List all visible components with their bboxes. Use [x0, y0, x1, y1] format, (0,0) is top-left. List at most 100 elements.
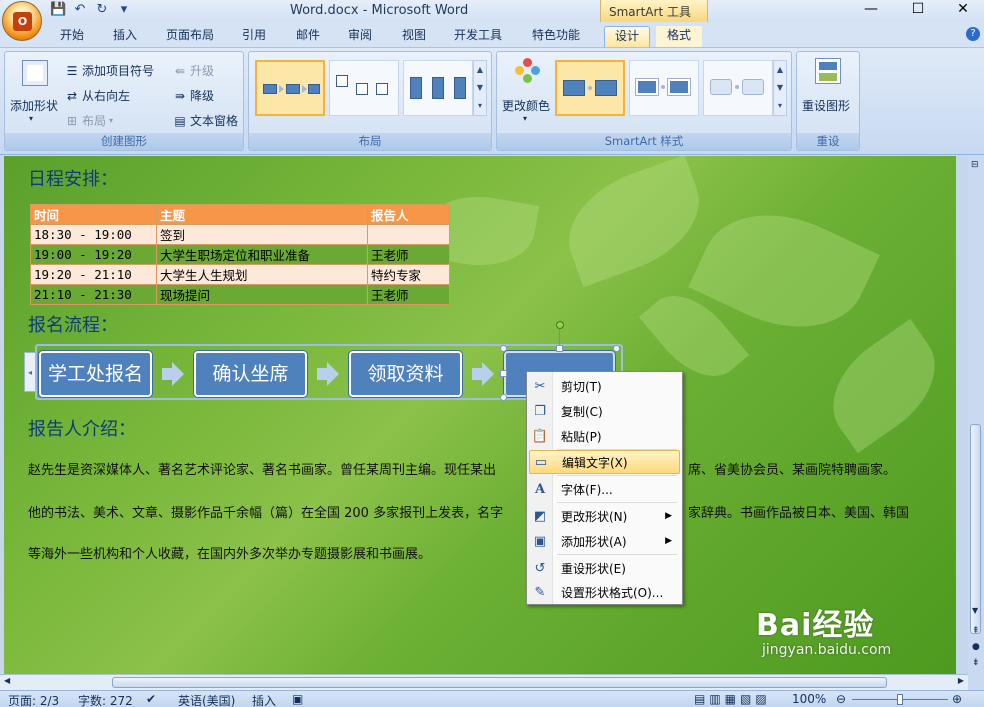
vertical-scroll-thumb[interactable]	[970, 424, 981, 634]
add-shape-dropdown-icon[interactable]: ▾	[29, 114, 33, 123]
menu-item-change-shape[interactable]: ◩ 更改形状(N) ▶	[529, 504, 680, 528]
office-button[interactable]: O	[2, 1, 42, 41]
table-cell	[367, 224, 450, 245]
style-gallery-scroll[interactable]: ▲ ▼ ▾	[773, 60, 787, 116]
context-menu: ✂ 剪切(T) ❐ 复制(C) 📋 粘贴(P) ▭ 编辑文字(X) A 字体(F)... …	[526, 371, 683, 605]
layout-option-block-process[interactable]	[403, 60, 473, 116]
word-count[interactable]: 字数: 272	[78, 692, 133, 707]
resize-handle[interactable]	[556, 345, 563, 352]
promote-label: 升级	[190, 64, 215, 78]
zoom-slider-thumb[interactable]	[897, 694, 903, 705]
menu-item-label: 设置形状格式(O)...	[561, 585, 664, 600]
smartart-style-group-label: SmartArt 样式	[497, 133, 791, 150]
menu-item-format-shape[interactable]: ✎ 设置形状格式(O)...	[529, 580, 680, 604]
process-arrow-icon	[162, 362, 184, 386]
layout-group-label: 布局	[249, 133, 491, 150]
maximize-button[interactable]: ☐	[895, 0, 941, 20]
tab-insert[interactable]: 插入	[104, 26, 146, 47]
horizontal-scroll-thumb[interactable]	[112, 677, 887, 688]
zoom-in-icon[interactable]: ⊕	[952, 692, 962, 706]
next-page-icon[interactable]: ⇟	[972, 658, 980, 668]
rotation-handle[interactable]	[556, 321, 564, 329]
change-color-dropdown-icon[interactable]: ▾	[523, 114, 527, 123]
reset-group: 重设图形 重设	[796, 51, 860, 151]
menu-item-reset-shape[interactable]: ↺ 重设形状(E)	[529, 556, 680, 580]
process-step-box[interactable]: 确认坐席	[194, 351, 307, 397]
swap-icon: ⇄	[66, 88, 78, 103]
zoom-out-icon[interactable]: ⊖	[836, 692, 846, 706]
style-option-simple-fill[interactable]	[555, 60, 625, 116]
reset-shape-icon: ↺	[534, 560, 546, 576]
style-option-white-outline[interactable]	[629, 60, 699, 116]
right-to-left-button[interactable]: ⇄ 从右向左	[65, 87, 130, 104]
proofing-icon[interactable]: ✔	[146, 692, 156, 706]
layout-option-step-process[interactable]	[329, 60, 399, 116]
browse-object-icon[interactable]: ●	[972, 642, 980, 652]
menu-item-paste[interactable]: 📋 粘贴(P)	[529, 424, 680, 448]
customize-qat-icon[interactable]: ▾	[116, 2, 132, 18]
paragraph-line-tail: 席、省美协会员、某画院特聘画家。	[688, 463, 897, 478]
promote-button[interactable]: ⇚ 升级	[173, 62, 214, 79]
zoom-level[interactable]: 100%	[792, 692, 826, 706]
change-color-button[interactable]: 更改颜色	[502, 97, 550, 114]
layout-gallery-scroll[interactable]: ▲ ▼ ▾	[473, 60, 487, 116]
resize-handle[interactable]	[500, 345, 507, 352]
tab-review[interactable]: 审阅	[340, 26, 380, 47]
menu-item-cut[interactable]: ✂ 剪切(T)	[529, 374, 680, 398]
office-logo-icon: O	[13, 12, 32, 31]
undo-icon[interactable]: ↶	[72, 2, 88, 18]
layout-option-basic-process[interactable]	[255, 60, 325, 116]
resize-handle[interactable]	[500, 394, 507, 401]
tab-references[interactable]: 引用	[234, 26, 274, 47]
menu-item-label: 添加形状(A)	[561, 534, 627, 549]
tab-design[interactable]: 设计	[604, 26, 650, 47]
minimize-button[interactable]: —	[848, 0, 894, 20]
redo-icon[interactable]: ↻	[94, 2, 110, 18]
process-step-box[interactable]: 学工处报名	[39, 351, 152, 397]
demote-button[interactable]: ⇛ 降级	[173, 87, 214, 104]
language-indicator[interactable]: 英语(美国)	[178, 692, 235, 707]
tab-developer[interactable]: 开发工具	[446, 26, 510, 47]
menu-item-edit-text[interactable]: ▭ 编辑文字(X)	[529, 450, 680, 474]
submenu-arrow-icon: ▶	[665, 536, 672, 546]
style-option-subtle[interactable]	[703, 60, 773, 116]
table-cell: 大学生职场定位和职业准备	[156, 244, 368, 265]
add-bullet-button[interactable]: ☰ 添加项目符号	[65, 62, 154, 79]
menu-item-add-shape[interactable]: ▣ 添加形状(A) ▶	[529, 529, 680, 553]
tab-mailings[interactable]: 邮件	[288, 26, 328, 47]
process-step-box[interactable]: 领取资料	[349, 351, 462, 397]
save-icon[interactable]: 💾	[50, 2, 66, 18]
tab-home[interactable]: 开始	[52, 26, 92, 47]
ruler-toggle-icon[interactable]: ⊟	[971, 160, 979, 170]
menu-item-copy[interactable]: ❐ 复制(C)	[529, 399, 680, 423]
resize-handle[interactable]	[613, 345, 620, 352]
layout-button[interactable]: ⊞ 布局 ▾	[65, 112, 113, 129]
tab-special[interactable]: 特色功能	[524, 26, 588, 47]
close-button[interactable]: ✕	[940, 0, 984, 20]
vertical-scrollbar[interactable]: ⊟ ▼ ⇞ ● ⇟	[968, 156, 984, 674]
document-page[interactable]: 日程安排： 时间 主题 报告人 18:30 - 19:00 签到 19:00 -…	[4, 156, 956, 674]
scroll-right-icon[interactable]: ▶	[958, 676, 964, 685]
text-pane-button[interactable]: ▤ 文本窗格	[173, 112, 238, 129]
resize-handle[interactable]	[500, 370, 507, 377]
horizontal-scrollbar[interactable]: ◀ ▶	[0, 674, 968, 690]
menu-item-font[interactable]: A 字体(F)...	[529, 477, 680, 501]
smartart-style-group: 更改颜色 ▾ ▲ ▼ ▾ SmartArt 样式	[496, 51, 792, 151]
paragraph-line-tail: 家辞典。书画作品被日本、美国、韩国	[688, 506, 910, 521]
table-cell: 21:10 - 21:30	[30, 284, 157, 305]
tab-page-layout[interactable]: 页面布局	[158, 26, 222, 47]
insert-mode[interactable]: 插入	[252, 692, 276, 707]
reset-graphic-button[interactable]: 重设图形	[802, 97, 850, 114]
view-buttons[interactable]: ▤▥▦▧▨	[694, 692, 771, 706]
help-icon[interactable]: ?	[966, 27, 980, 41]
tab-format[interactable]: 格式	[656, 26, 702, 47]
page-count[interactable]: 页面: 2/3	[8, 692, 59, 707]
macro-record-icon[interactable]: ▣	[292, 692, 303, 706]
scroll-down-icon[interactable]: ▼	[972, 606, 978, 615]
add-shape-button[interactable]: 添加形状	[10, 97, 58, 114]
add-bullet-label: 添加项目符号	[82, 64, 155, 78]
scroll-left-icon[interactable]: ◀	[4, 676, 10, 685]
prev-page-icon[interactable]: ⇞	[972, 626, 980, 636]
tab-view[interactable]: 视图	[394, 26, 434, 47]
scissors-icon: ✂	[534, 378, 546, 394]
